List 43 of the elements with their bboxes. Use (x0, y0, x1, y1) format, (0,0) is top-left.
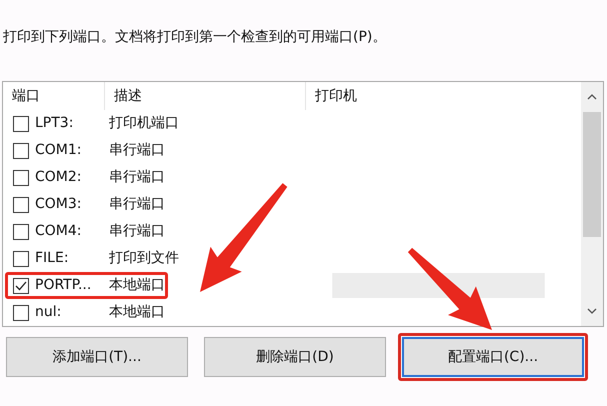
dialog-button[interactable]: 删除端口(D) (204, 337, 386, 377)
list-row[interactable]: COM2: 串行端口 (3, 164, 581, 191)
scrollbar[interactable] (581, 82, 603, 326)
list-row[interactable]: COM1: 串行端口 (3, 137, 581, 164)
checkbox[interactable] (13, 224, 29, 240)
port-name: PORTP... (35, 276, 92, 295)
port-description: 本地端口 (109, 276, 165, 295)
list-row[interactable]: FILE: 打印到文件 (3, 245, 581, 272)
list-row[interactable]: COM3: 串行端口 (3, 191, 581, 218)
scroll-up-icon[interactable] (587, 94, 597, 100)
list-row[interactable]: nul: 本地端口 (3, 299, 581, 326)
port-name: nul: (35, 303, 62, 322)
dialog-button[interactable]: 添加端口(T)... (6, 337, 188, 377)
port-description: 串行端口 (109, 141, 165, 160)
column-header[interactable]: 描述 (114, 86, 142, 106)
instruction-text: 打印到下列端口。文档将打印到第一个检查到的可用端口(P)。 (2, 28, 388, 47)
port-name: COM4: (35, 222, 82, 241)
port-description: 打印机端口 (109, 114, 179, 133)
scroll-thumb[interactable] (583, 112, 601, 237)
port-name: COM3: (35, 195, 82, 214)
port-description: 串行端口 (109, 195, 165, 214)
port-name: FILE: (35, 249, 70, 268)
column-header[interactable]: 打印机 (315, 86, 357, 106)
checkbox[interactable] (13, 304, 29, 320)
checkbox[interactable] (13, 170, 29, 186)
port-description: 串行端口 (109, 168, 165, 187)
column-header[interactable]: 端口 (12, 86, 40, 106)
port-name: COM2: (35, 168, 82, 187)
port-name: COM1: (35, 141, 82, 160)
list-row[interactable]: COM4: 串行端口 (3, 218, 581, 245)
checkbox[interactable] (13, 142, 29, 158)
dialog-button[interactable]: 配置端口(C)... (402, 337, 584, 377)
checkbox[interactable] (13, 250, 29, 266)
checkbox[interactable] (13, 196, 29, 212)
port-description: 打印到文件 (109, 249, 179, 268)
port-description: 本地端口 (109, 303, 165, 322)
port-description: 串行端口 (109, 222, 165, 241)
list-row[interactable]: LPT3: 打印机端口 (3, 110, 581, 137)
list-row[interactable]: PORTP... 本地端口 (3, 272, 581, 299)
checkbox[interactable] (13, 116, 29, 132)
checkbox[interactable] (13, 278, 29, 294)
scroll-down-icon[interactable] (587, 308, 597, 314)
port-name: LPT3: (35, 114, 74, 133)
